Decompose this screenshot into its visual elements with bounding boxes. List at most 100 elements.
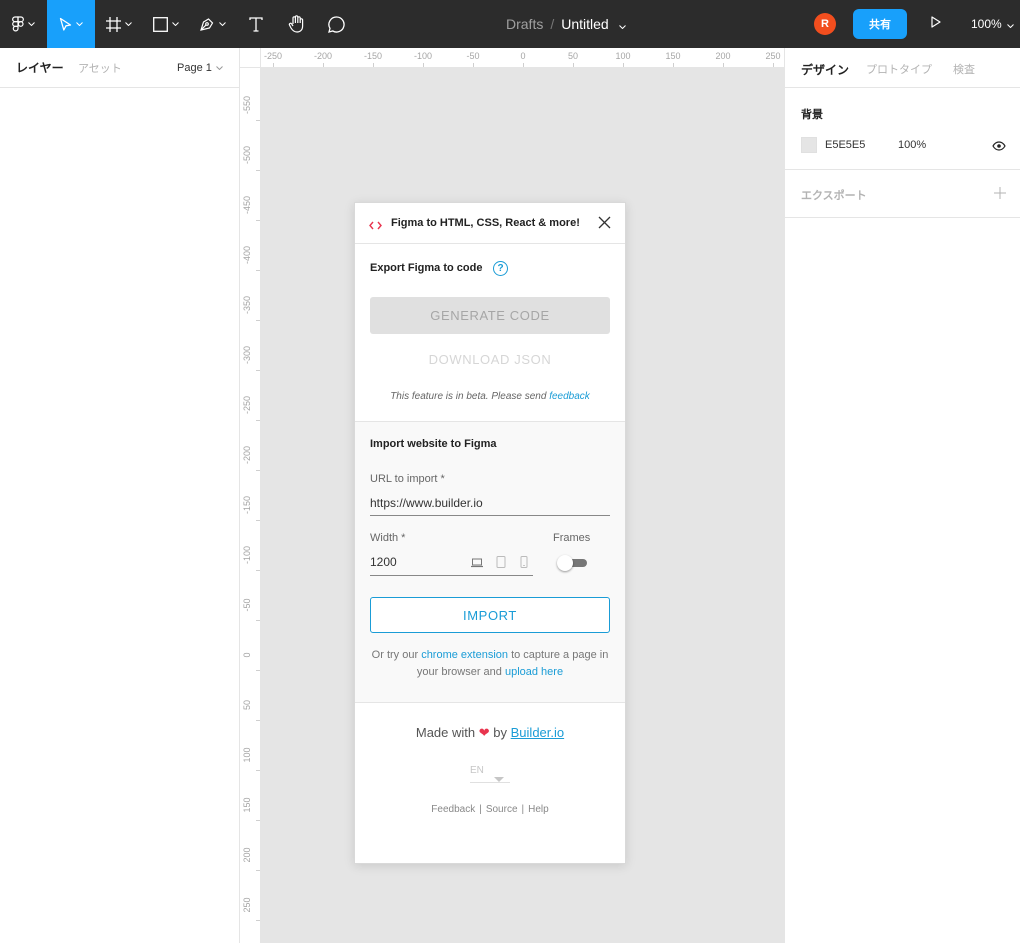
move-tool-button[interactable] [47, 0, 95, 48]
plugin-header: Figma to HTML, CSS, React & more! [355, 203, 625, 244]
file-title[interactable]: Untitled [561, 16, 608, 32]
upload-here-link[interactable]: upload here [505, 666, 563, 678]
export-section-title: Export Figma to code [370, 262, 483, 274]
chevron-down-icon [216, 65, 223, 70]
import-section-title: Import website to Figma [370, 438, 497, 450]
ruler-label: 50 [242, 700, 252, 711]
main-menu-button[interactable] [0, 0, 47, 48]
play-icon [931, 15, 941, 33]
chevron-down-icon[interactable] [618, 16, 626, 32]
url-field-label: URL to import * [370, 473, 445, 485]
width-field-label: Width * [370, 532, 406, 544]
footer-links: Feedback | Source | Help [355, 804, 625, 815]
hand-tool-button[interactable] [276, 0, 316, 48]
tab-assets[interactable]: アセット [78, 60, 122, 76]
comment-tool-icon [327, 15, 345, 33]
ruler-tick [256, 820, 260, 821]
vertical-ruler: -550 -500 -450 -400 -350 -300 -250 -200 -150 -100… [240, 68, 261, 943]
ruler-label: 0 [520, 51, 526, 61]
page-selector[interactable]: Page 1 [177, 62, 223, 74]
chevron-down-icon [1006, 17, 1014, 31]
width-field[interactable]: 1200 [370, 550, 533, 576]
frames-label: Frames [553, 532, 591, 544]
eye-icon[interactable] [992, 138, 1006, 156]
ruler-tick [256, 670, 260, 671]
tab-prototype[interactable]: プロトタイプ [866, 61, 932, 77]
footer-feedback-link[interactable]: Feedback [431, 804, 475, 815]
background-color-swatch[interactable] [801, 137, 817, 153]
width-input[interactable]: 1200 [370, 555, 397, 569]
ruler-label: 200 [242, 847, 252, 863]
beta-notice: This feature is in beta. Please send fee… [370, 391, 610, 402]
language-select[interactable]: EN [470, 763, 510, 783]
chrome-extension-link[interactable]: chrome extension [421, 649, 508, 661]
ruler-tick [256, 770, 260, 771]
builder-io-link[interactable]: Builder.io [511, 725, 564, 740]
background-opacity-input[interactable]: 100% [898, 139, 926, 151]
ruler-tick [256, 320, 260, 321]
pen-tool-button[interactable] [189, 0, 236, 48]
frame-tool-button[interactable] [95, 0, 142, 48]
ruler-label: 150 [665, 51, 681, 61]
made-with-line: Made with ❤ by Builder.io [355, 725, 625, 741]
ruler-label: 100 [242, 747, 252, 763]
breadcrumb-drafts-link[interactable]: Drafts [506, 16, 543, 32]
import-section: Import website to Figma URL to import * … [355, 422, 625, 703]
plugin-footer: Made with ❤ by Builder.io EN Feedback | So… [355, 703, 625, 863]
ruler-label: -150 [363, 51, 383, 61]
top-toolbar: Drafts / Untitled R 共有 100% [0, 0, 1020, 48]
download-json-button[interactable]: DOWNLOAD JSON [370, 352, 610, 367]
help-icon[interactable]: ? [493, 261, 508, 276]
tab-inspect[interactable]: 検査 [953, 61, 975, 77]
user-avatar[interactable]: R [814, 13, 836, 35]
ruler-label: -300 [242, 346, 252, 365]
generate-code-button[interactable]: GENERATE CODE [370, 297, 610, 334]
ruler-tick [773, 63, 774, 67]
zoom-dropdown[interactable]: 100% [971, 0, 1014, 48]
plus-icon[interactable] [994, 186, 1006, 204]
chevron-down-icon [76, 22, 83, 26]
export-settings-section: エクスポート [785, 170, 1020, 218]
desktop-icon[interactable] [471, 555, 483, 573]
ruler-tick [673, 63, 674, 67]
ruler-label: -200 [313, 51, 333, 61]
breadcrumb: Drafts / Untitled [506, 0, 626, 48]
background-section: 背景 E5E5E5 100% [785, 88, 1020, 170]
tab-design[interactable]: デザイン [801, 61, 849, 78]
shape-tool-button[interactable] [142, 0, 189, 48]
export-settings-title: エクスポート [801, 190, 867, 202]
footer-separator: | [521, 804, 525, 815]
zoom-level: 100% [971, 17, 1002, 31]
tab-layers[interactable]: レイヤー [16, 59, 64, 76]
footer-source-link[interactable]: Source [486, 804, 518, 815]
ruler-label: 250 [765, 51, 781, 61]
text-tool-icon [249, 16, 263, 32]
footer-help-link[interactable]: Help [528, 804, 549, 815]
ruler-tick [256, 520, 260, 521]
hand-tool-icon [288, 15, 305, 33]
chevron-down-icon [219, 22, 226, 26]
left-panel-tabs: レイヤー アセット Page 1 [0, 48, 239, 88]
import-button[interactable]: IMPORT [370, 597, 610, 633]
tablet-icon[interactable] [496, 555, 506, 573]
present-button[interactable] [926, 14, 946, 34]
ruler-label: -100 [242, 546, 252, 565]
code-icon [369, 217, 382, 235]
comment-tool-button[interactable] [316, 0, 356, 48]
url-input[interactable] [370, 490, 610, 516]
ruler-label: -100 [413, 51, 433, 61]
ruler-label: -50 [466, 51, 480, 61]
ruler-tick [256, 120, 260, 121]
pen-tool-icon [199, 16, 215, 32]
mobile-icon[interactable] [520, 555, 528, 573]
ruler-tick [256, 870, 260, 871]
share-button[interactable]: 共有 [853, 9, 907, 39]
text-tool-button[interactable] [236, 0, 276, 48]
close-icon[interactable] [598, 216, 611, 234]
right-panel: デザイン プロトタイプ 検査 背景 E5E5E5 100% エクスポート [784, 48, 1020, 943]
ruler-tick [623, 63, 624, 67]
ruler-label: 250 [242, 897, 252, 913]
frames-toggle[interactable] [557, 554, 587, 572]
feedback-link[interactable]: feedback [549, 391, 590, 402]
background-hex-input[interactable]: E5E5E5 [825, 139, 865, 151]
